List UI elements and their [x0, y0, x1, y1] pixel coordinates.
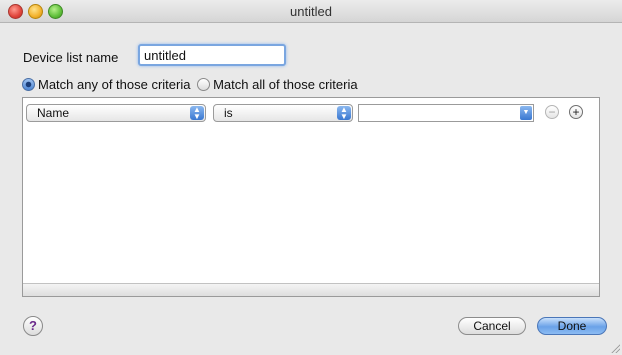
device-list-name-label: Device list name [23, 50, 119, 65]
device-list-dialog: untitled Device list name untitled Match… [0, 0, 622, 355]
criteria-list: Name ▲ ▼ is ▲ ▼ ▼ − + [22, 97, 600, 297]
criteria-value-combobox[interactable]: ▼ [358, 104, 534, 122]
window-title: untitled [290, 4, 332, 19]
device-list-name-input[interactable]: untitled [138, 44, 286, 66]
title-bar: untitled [0, 0, 622, 23]
resize-grip-icon[interactable] [610, 343, 620, 353]
criteria-field-select[interactable]: Name ▲ ▼ [26, 104, 206, 122]
done-button[interactable]: Done [537, 317, 607, 335]
up-down-arrows-icon: ▲ ▼ [190, 106, 204, 121]
add-criterion-button[interactable]: + [569, 105, 583, 119]
criteria-operator-select[interactable]: is ▲ ▼ [213, 104, 353, 122]
match-all-label: Match all of those criteria [213, 77, 358, 93]
minus-icon: − [548, 105, 556, 119]
remove-criterion-button[interactable]: − [545, 105, 559, 119]
help-icon: ? [29, 318, 37, 333]
match-all-radio[interactable] [197, 78, 211, 92]
criteria-field-value: Name [37, 106, 70, 120]
plus-icon: + [572, 105, 580, 119]
criteria-operator-value: is [224, 106, 233, 120]
match-any-radio[interactable] [22, 78, 35, 92]
criteria-list-footer [23, 283, 599, 296]
up-down-arrows-icon: ▲ ▼ [337, 106, 351, 121]
match-mode-group: Match any of those criteria Match all of… [22, 76, 358, 92]
chevron-down-icon[interactable]: ▼ [520, 106, 532, 120]
cancel-button[interactable]: Cancel [458, 317, 526, 335]
match-any-label: Match any of those criteria [38, 77, 191, 93]
help-button[interactable]: ? [23, 316, 43, 336]
